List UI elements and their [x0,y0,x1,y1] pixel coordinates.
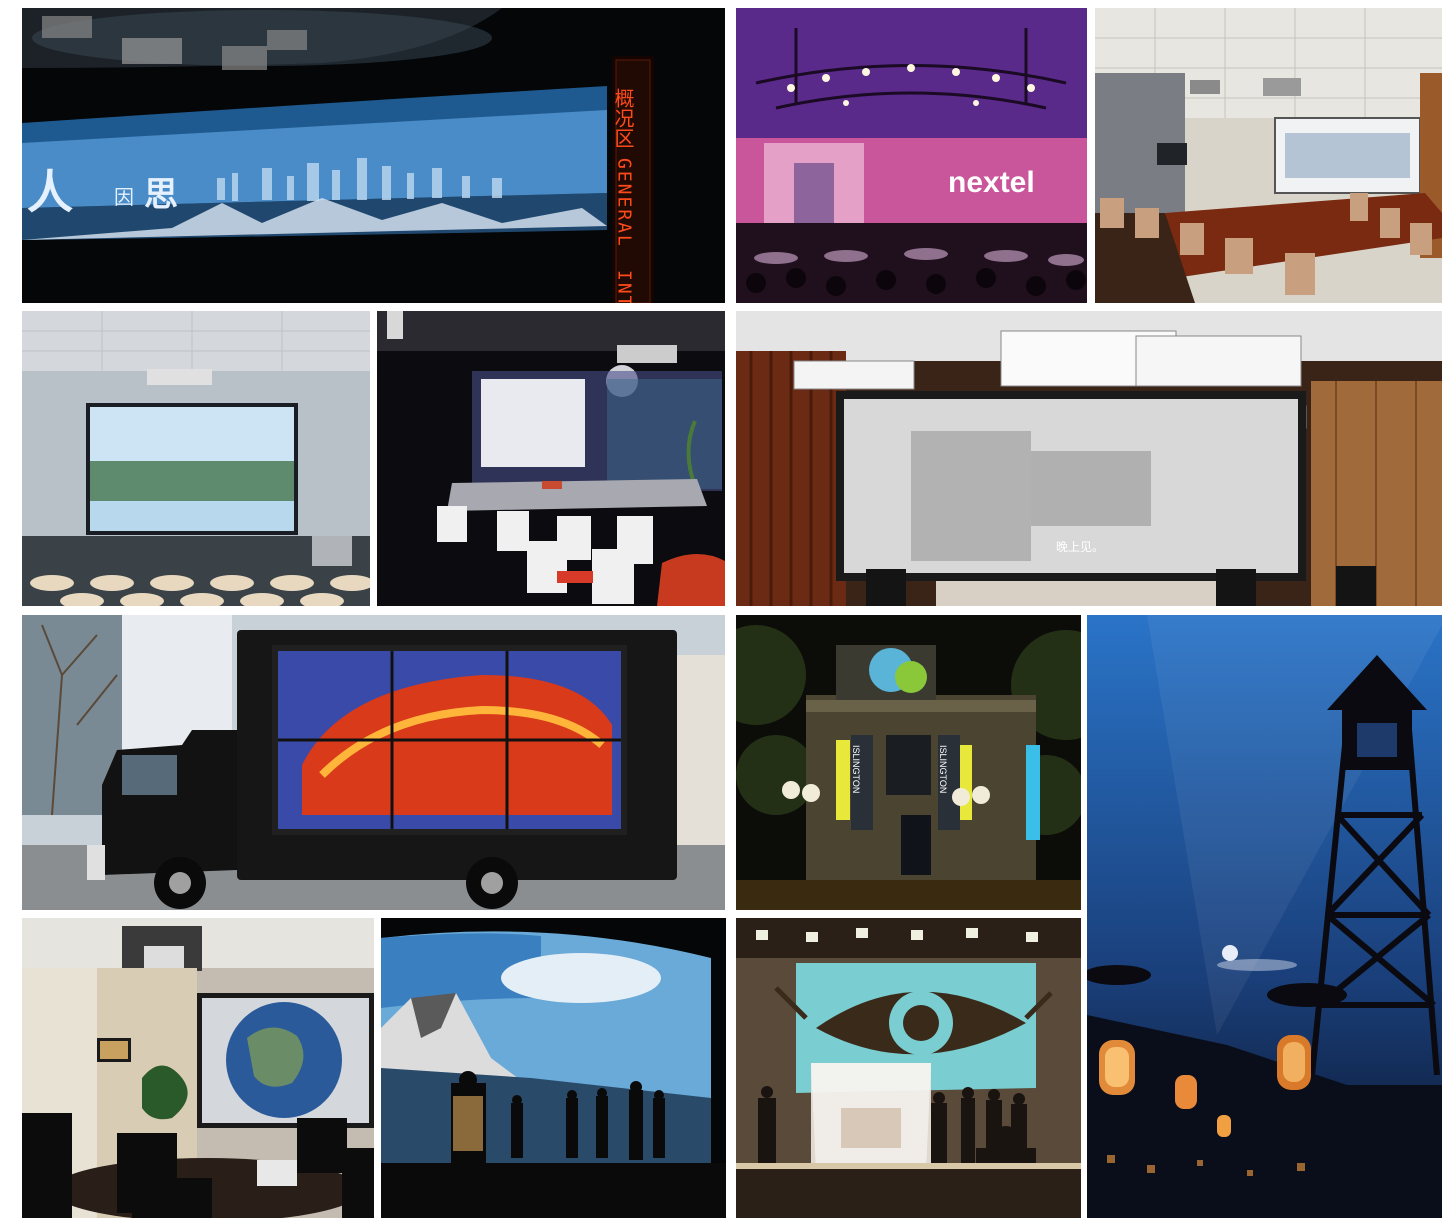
photo-led-truck-advertising [22,615,725,910]
photo-night-street-tower [1087,615,1442,1218]
subtitle-text: 晚上见。 [1056,540,1104,554]
photo-theater-stage-eye-projection [736,918,1081,1218]
photo-event-stage-nextel: nextel [736,8,1087,303]
photo-meeting-room-screen [377,311,725,606]
photo-boardroom-projection [1095,8,1442,303]
photo-lecture-hall-screen [22,311,370,606]
photo-building-projection-mapping: ISLINGTON ISLINGTON [736,615,1081,910]
photo-conference-room-earth-screen [22,918,374,1218]
screen-text-1: 人 [27,167,73,218]
screen-text-3: 思 [144,177,178,214]
nextel-logo-text: nextel [948,166,1035,199]
led-sign-general: GENERAL [614,158,635,248]
photo-home-theater-screen: 晚上见。 [736,311,1442,606]
photo-immersive-mountain-screen [381,918,726,1218]
led-sign-int: INT [614,270,635,303]
led-sign-chinese: 概况区 [611,88,634,148]
photo-collage: 人 因 思 概况区 GENERAL INT nextel 晚上见。 ISLING… [0,0,1455,1218]
screen-text-2: 因 [114,187,134,209]
islington-banner-right: ISLINGTON [938,745,948,793]
photo-curved-screen-control-room: 人 因 思 概况区 GENERAL INT [22,8,725,303]
islington-banner-left: ISLINGTON [851,745,861,793]
